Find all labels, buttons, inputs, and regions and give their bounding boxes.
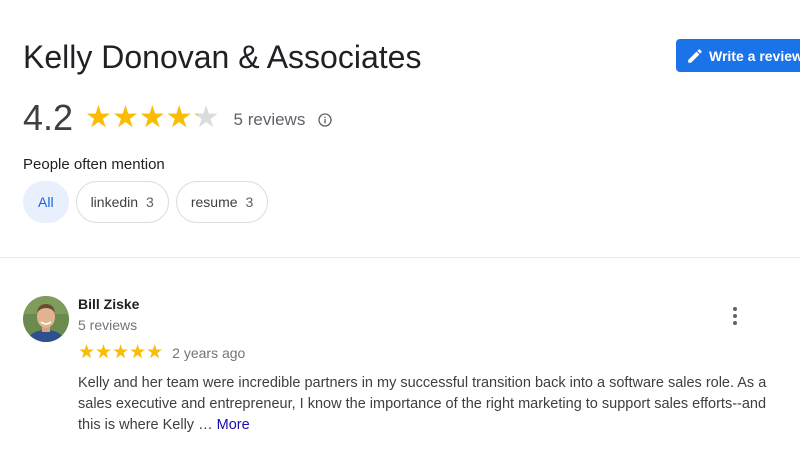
reviews-panel: Kelly Donovan & Associates Write a revie… — [0, 0, 800, 450]
mentions-heading: People often mention — [23, 156, 165, 173]
review-stars: ★★★★★ ★★★★★ — [78, 343, 163, 363]
chip-resume[interactable]: resume 3 — [175, 181, 269, 223]
review-text: Kelly and her team were incredible partn… — [78, 373, 778, 436]
info-icon[interactable] — [317, 112, 333, 128]
dot — [733, 307, 737, 311]
review-date: 2 years ago — [172, 345, 246, 361]
chip-label: linkedin — [90, 194, 139, 210]
write-review-label: Write a review — [709, 47, 800, 64]
more-vert-icon[interactable] — [725, 304, 745, 328]
review-stars-filled: ★★★★★ — [78, 343, 164, 363]
review-rating-row: ★★★★★ ★★★★★ 2 years ago — [78, 343, 245, 363]
more-link[interactable]: More — [217, 417, 250, 433]
pencil-icon — [688, 48, 702, 63]
reviewer-name[interactable]: Bill Ziske — [78, 296, 139, 312]
dot — [733, 314, 737, 318]
rating-stars: ★★★★★ ★★★★★ — [85, 103, 219, 133]
chip-label: All — [38, 194, 54, 210]
mention-chips: All linkedin 3 resume 3 — [23, 181, 269, 223]
dot — [733, 321, 737, 325]
divider — [0, 257, 800, 258]
chip-label: resume — [190, 194, 238, 210]
business-name: Kelly Donovan & Associates — [23, 39, 422, 75]
average-rating: 4.2 — [23, 97, 74, 138]
avatar-photo — [23, 296, 69, 342]
write-review-button[interactable]: Write a review — [676, 39, 800, 72]
chip-count: 3 — [146, 194, 154, 210]
avatar[interactable] — [23, 296, 69, 342]
chip-count: 3 — [245, 194, 254, 210]
review-count[interactable]: 5 reviews — [234, 110, 306, 130]
reviewer-review-count: 5 reviews — [78, 317, 138, 333]
chip-linkedin[interactable]: linkedin 3 — [75, 181, 169, 223]
rating-stars-filled: ★★★★★ — [85, 103, 198, 133]
review-body: Kelly and her team were incredible partn… — [78, 375, 767, 433]
chip-all[interactable]: All — [23, 181, 69, 223]
rating-summary: 4.2 ★★★★★ ★★★★★ 5 reviews — [23, 96, 333, 140]
